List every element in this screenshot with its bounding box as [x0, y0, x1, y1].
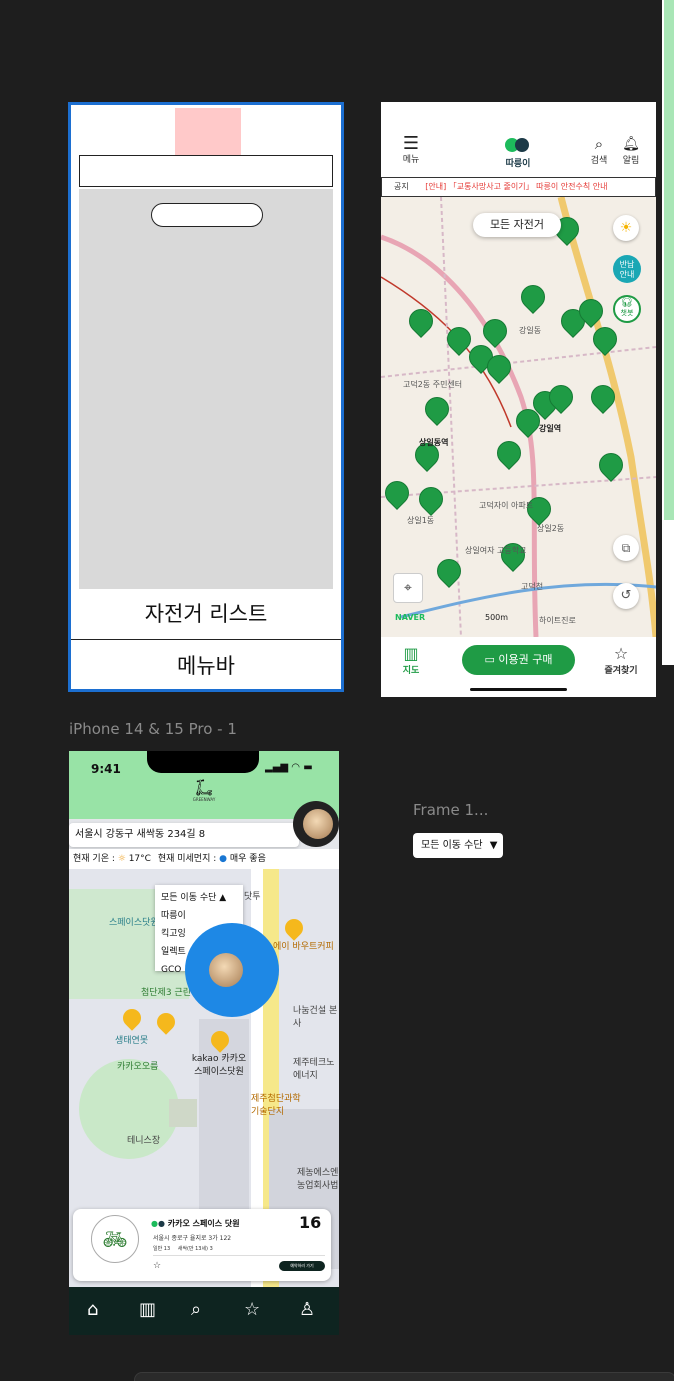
dust-status-dot-icon: ●: [219, 854, 227, 864]
reserve-button[interactable]: 예약하러 가기: [279, 1261, 325, 1271]
hamster-avatar-icon: [303, 809, 333, 839]
address-field[interactable]: 서울시 강동구 새싹동 234길 8: [69, 823, 299, 847]
notice-bar[interactable]: 공지 [안내] 「교통사망사고 줄이기」 따릉이 안전수칙 안내: [381, 177, 656, 197]
caret-down-icon: ▼: [489, 840, 498, 851]
station-card[interactable]: 🚲︎ ●● 카카오 스페이스 닷원 서울시 종로구 율지로 3가 122 일반 …: [73, 1209, 331, 1281]
ddareungi-logo-icon: ●: [157, 1219, 165, 1228]
ddareungi-logo-icon: [505, 138, 531, 152]
nav-map[interactable]: ▥ 지도: [391, 644, 431, 677]
app-header: ☰ 메뉴 따릉이 ⌕ 검색 🔔︎ 알림: [381, 102, 656, 176]
star-icon: ☆: [613, 644, 629, 663]
profile-avatar[interactable]: [293, 801, 339, 847]
offscreen-frame: [662, 0, 674, 665]
bottom-nav: ▥ 지도 ▭ 이용권 구매 ☆ 즐겨찾기: [381, 637, 656, 697]
floating-avatar-button[interactable]: [185, 923, 279, 1017]
bell-icon: 🔔︎: [622, 136, 640, 152]
map-icon[interactable]: ▥: [139, 1299, 156, 1320]
bike-map[interactable]: 강일동 상일동역 강일역 상일1동 상일2동 고덕2동 주민센터 고덕자이 아파…: [381, 197, 656, 637]
available-count: 16: [299, 1213, 322, 1232]
wifi-icon: ◠: [291, 762, 300, 773]
dropdown-option[interactable]: 따릉이: [161, 907, 237, 925]
iphone-frame-label[interactable]: iPhone 14 & 15 Pro - 1: [69, 720, 237, 738]
weather-sun-icon[interactable]: ☀: [613, 215, 639, 241]
station-address: 서울시 종로구 율지로 3가 122: [153, 1235, 232, 1242]
bottom-nav: ⌂ ▥ ⌕ ☆ ♙: [69, 1287, 339, 1335]
menu-button[interactable]: ☰ 메뉴: [391, 133, 431, 166]
station-details: 일반 13 새싹(만 13세) 3: [153, 1246, 213, 1252]
ticket-icon: ▭: [484, 653, 495, 666]
home-indicator: [470, 688, 567, 691]
signal-icon: ▂▄▆: [265, 762, 289, 773]
filter-pill-placeholder: [151, 203, 263, 227]
sun-icon: ☼: [117, 854, 126, 864]
layers-icon[interactable]: ⧉: [613, 535, 639, 561]
nav-favorites[interactable]: ☆ 즐겨찾기: [599, 644, 643, 677]
logo-placeholder: [175, 108, 241, 155]
my-location-icon[interactable]: ⌖: [393, 573, 423, 603]
home-icon[interactable]: ⌂: [87, 1299, 98, 1320]
bicycle-icon: 🚲︎: [91, 1215, 139, 1263]
station-name: ●● 카카오 스페이스 닷원: [151, 1219, 240, 1228]
weather-bar: 현재 기온 : ☼ 17°C 현재 미세먼지 : ● 매우 좋음: [69, 849, 339, 869]
search-box-placeholder: [79, 155, 333, 187]
scooter-icon: 🛴︎: [193, 778, 215, 797]
dropdown-header[interactable]: 모든 이동 수단 ▲: [161, 889, 237, 907]
pass-purchase-button[interactable]: ▭ 이용권 구매: [462, 645, 575, 675]
greenway-phone: 9:41 ▂▄▆ ◠ ▬ 🛴︎ GREENWAY 서울시 강동구 새싹동 234…: [69, 751, 339, 1335]
alert-button[interactable]: 🔔︎ 알림: [611, 136, 651, 166]
profile-icon[interactable]: ♙: [299, 1299, 315, 1320]
star-icon[interactable]: ☆: [244, 1299, 260, 1320]
caret-up-icon: ▲: [219, 893, 227, 903]
frame1-label[interactable]: Frame 1...: [413, 801, 488, 819]
refresh-icon[interactable]: ↺: [613, 583, 639, 609]
map-icon: ▥: [403, 644, 419, 663]
transport-dropdown[interactable]: 모든 이동 수단 ▼: [413, 833, 503, 858]
all-bikes-filter-chip[interactable]: 모든 자전거: [473, 213, 561, 237]
map-placeholder: [79, 189, 333, 589]
bike-list-label: 자전거 리스트: [144, 602, 268, 626]
dynamic-island: [147, 751, 259, 773]
greenway-logo: 🛴︎ GREENWAY: [185, 778, 223, 803]
hamster-avatar-icon: [209, 953, 243, 987]
battery-icon: ▬: [303, 762, 313, 773]
return-guide-button[interactable]: 반납 안내: [613, 255, 641, 283]
hamburger-icon: ☰: [402, 133, 420, 154]
status-icons: ▂▄▆ ◠ ▬: [265, 762, 313, 773]
brand-logo: 따릉이: [498, 138, 538, 169]
favorite-star-icon[interactable]: ☆: [153, 1261, 161, 1271]
ddareungi-logo-icon: ●: [151, 1219, 158, 1228]
ddareungi-frame: ☰ 메뉴 따릉이 ⌕ 검색 🔔︎ 알림 공지 [안내] 「교통사망사고 줄이기」…: [381, 102, 656, 697]
headset-icon: 🎧︎: [620, 297, 634, 308]
menubar-label: 메뉴바: [71, 639, 341, 692]
chatbot-button[interactable]: 🎧︎ 챗봇: [613, 295, 641, 323]
wireframe-frame: 자전거 리스트 메뉴바: [68, 102, 344, 692]
search-icon[interactable]: ⌕: [191, 1299, 201, 1320]
greenway-map[interactable]: 스페이스닷원 어린이집 첨단제3 근린공원 생태연못 카카오오름 kakao 카…: [69, 869, 339, 1287]
divider: [153, 1255, 325, 1256]
status-time: 9:41: [91, 762, 121, 776]
